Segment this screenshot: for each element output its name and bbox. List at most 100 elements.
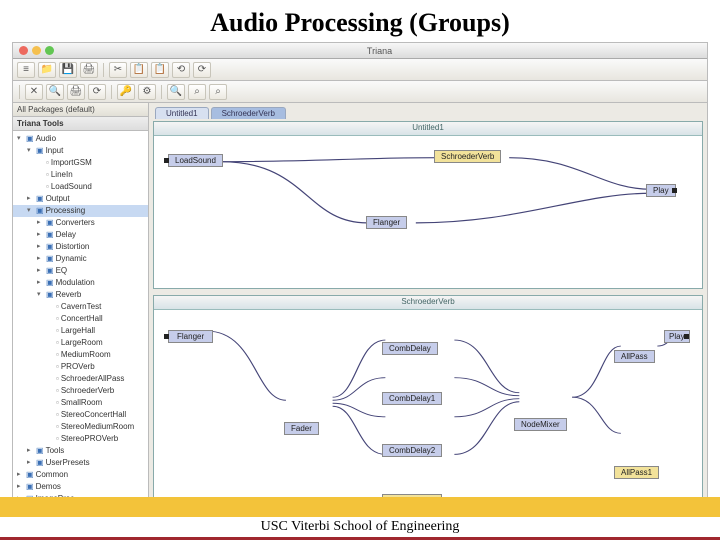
tree-item[interactable]: ▸▣Converters: [13, 217, 148, 229]
tree-label: PROVerb: [61, 361, 95, 373]
folder-icon: ▣: [26, 469, 34, 481]
disclosure-icon[interactable]: ▸: [37, 277, 44, 289]
toolbar-button[interactable]: ≡: [17, 62, 35, 78]
tree-item[interactable]: ▫SmallRoom: [13, 397, 148, 409]
toolbar-button[interactable]: 🔑: [117, 84, 135, 100]
toolbar-button[interactable]: 📋: [151, 62, 169, 78]
tab-untitled1[interactable]: Untitled1: [155, 107, 209, 119]
tree-item[interactable]: ▸▣UserPresets: [13, 457, 148, 469]
leaf-icon: ▫: [56, 313, 59, 325]
tree-item[interactable]: ▫SchroederAllPass: [13, 373, 148, 385]
tree-item[interactable]: ▸▣Modulation: [13, 277, 148, 289]
packages-dropdown[interactable]: All Packages (default): [13, 103, 148, 117]
pane-schroederverb: SchroederVerb: [153, 295, 703, 499]
disclosure-icon[interactable]: ▸: [37, 253, 44, 265]
disclosure-icon[interactable]: ▸: [27, 445, 34, 457]
tree-item[interactable]: ▫LoadSound: [13, 181, 148, 193]
port[interactable]: [164, 334, 169, 339]
tree-item[interactable]: ▫LargeRoom: [13, 337, 148, 349]
zoom-icon[interactable]: [45, 46, 54, 55]
tree-item[interactable]: ▫LargeHall: [13, 325, 148, 337]
tree-item[interactable]: ▸▣Distortion: [13, 241, 148, 253]
tree-item[interactable]: ▫CavernTest: [13, 301, 148, 313]
folder-icon: ▣: [36, 193, 44, 205]
tree-item[interactable]: ▾▣Input: [13, 145, 148, 157]
pane-title: SchroederVerb: [154, 296, 702, 310]
disclosure-icon[interactable]: ▸: [37, 241, 44, 253]
toolbar-button[interactable]: ⚙: [138, 84, 156, 100]
tree-item[interactable]: ▫PROVerb: [13, 361, 148, 373]
node-nodemixer[interactable]: NodeMixer: [514, 418, 567, 431]
tree-item[interactable]: ▫ConcertHall: [13, 313, 148, 325]
disclosure-icon[interactable]: ▸: [17, 481, 24, 493]
node-combdelay[interactable]: CombDelay: [382, 342, 438, 355]
tree-item[interactable]: ▫LineIn: [13, 169, 148, 181]
toolbar-button[interactable]: ⟲: [172, 62, 190, 78]
node-loadsound[interactable]: LoadSound: [168, 154, 223, 167]
disclosure-icon[interactable]: ▸: [27, 457, 34, 469]
node-allpass[interactable]: AllPass: [614, 350, 655, 363]
tree-label: LineIn: [51, 169, 73, 181]
tree-item[interactable]: ▾▣Reverb: [13, 289, 148, 301]
toolbar-button[interactable]: 💾: [59, 62, 77, 78]
tree-item[interactable]: ▸▣Demos: [13, 481, 148, 493]
node-flanger[interactable]: Flanger: [168, 330, 213, 343]
port[interactable]: [164, 158, 169, 163]
toolbar-button[interactable]: ⌕: [209, 84, 227, 100]
tree-item[interactable]: ▫MediumRoom: [13, 349, 148, 361]
disclosure-icon[interactable]: ▸: [37, 229, 44, 241]
tree-label: MediumRoom: [61, 349, 111, 361]
toolbar-button[interactable]: 🔍: [167, 84, 185, 100]
canvas-top[interactable]: LoadSound SchroederVerb Flanger Play: [154, 136, 702, 288]
toolbar-button[interactable]: 📁: [38, 62, 56, 78]
folder-icon: ▣: [46, 217, 54, 229]
toolbar-button[interactable]: ⌕: [188, 84, 206, 100]
toolbar-button[interactable]: ✂: [109, 62, 127, 78]
close-icon[interactable]: [19, 46, 28, 55]
tree-item[interactable]: ▾▣Audio: [13, 133, 148, 145]
leaf-icon: ▫: [46, 157, 49, 169]
tree-item[interactable]: ▫StereoMediumRoom: [13, 421, 148, 433]
node-combdelay2[interactable]: CombDelay2: [382, 444, 442, 457]
node-combdelay1[interactable]: CombDelay1: [382, 392, 442, 405]
toolbar-button[interactable]: 🖨: [67, 84, 85, 100]
port[interactable]: [672, 188, 677, 193]
disclosure-icon[interactable]: ▾: [27, 205, 34, 217]
tree-item[interactable]: ▸▣Dynamic: [13, 253, 148, 265]
tree-item[interactable]: ▫StereoPROVerb: [13, 433, 148, 445]
toolbar-button[interactable]: ⟳: [88, 84, 106, 100]
node-flanger[interactable]: Flanger: [366, 216, 407, 229]
tree-label: LoadSound: [51, 181, 92, 193]
port[interactable]: [684, 334, 689, 339]
disclosure-icon[interactable]: ▾: [37, 289, 44, 301]
disclosure-icon[interactable]: ▸: [37, 217, 44, 229]
toolbar-button[interactable]: 📋: [130, 62, 148, 78]
toolbar-button[interactable]: ✕: [25, 84, 43, 100]
tree-item[interactable]: ▸▣Tools: [13, 445, 148, 457]
node-schroederverb[interactable]: SchroederVerb: [434, 150, 501, 163]
tree-item[interactable]: ▸▣EQ: [13, 265, 148, 277]
tree-label: ImportGSM: [51, 157, 92, 169]
node-fader[interactable]: Fader: [284, 422, 319, 435]
node-allpass1[interactable]: AllPass1: [614, 466, 659, 479]
folder-icon: ▣: [36, 457, 44, 469]
disclosure-icon[interactable]: ▾: [27, 145, 34, 157]
tree-item[interactable]: ▸▣Delay: [13, 229, 148, 241]
tree-item[interactable]: ▸▣Output: [13, 193, 148, 205]
tree-item[interactable]: ▫ImportGSM: [13, 157, 148, 169]
disclosure-icon[interactable]: ▸: [27, 193, 34, 205]
disclosure-icon[interactable]: ▾: [17, 133, 24, 145]
tab-schroederverb[interactable]: SchroederVerb: [211, 107, 286, 119]
tree-item[interactable]: ▫SchroederVerb: [13, 385, 148, 397]
canvas-bottom[interactable]: Flanger Fader CombDelay CombDelay1 CombD…: [154, 310, 702, 498]
disclosure-icon[interactable]: ▸: [37, 265, 44, 277]
toolbar-button[interactable]: ⟳: [193, 62, 211, 78]
tool-tree[interactable]: ▾▣Audio▾▣Input▫ImportGSM▫LineIn▫LoadSoun…: [13, 131, 148, 501]
minimize-icon[interactable]: [32, 46, 41, 55]
tree-item[interactable]: ▾▣Processing: [13, 205, 148, 217]
disclosure-icon[interactable]: ▸: [17, 469, 24, 481]
tree-item[interactable]: ▸▣Common: [13, 469, 148, 481]
tree-item[interactable]: ▫StereoConcertHall: [13, 409, 148, 421]
toolbar-button[interactable]: 🔍: [46, 84, 64, 100]
toolbar-button[interactable]: 🖨: [80, 62, 98, 78]
